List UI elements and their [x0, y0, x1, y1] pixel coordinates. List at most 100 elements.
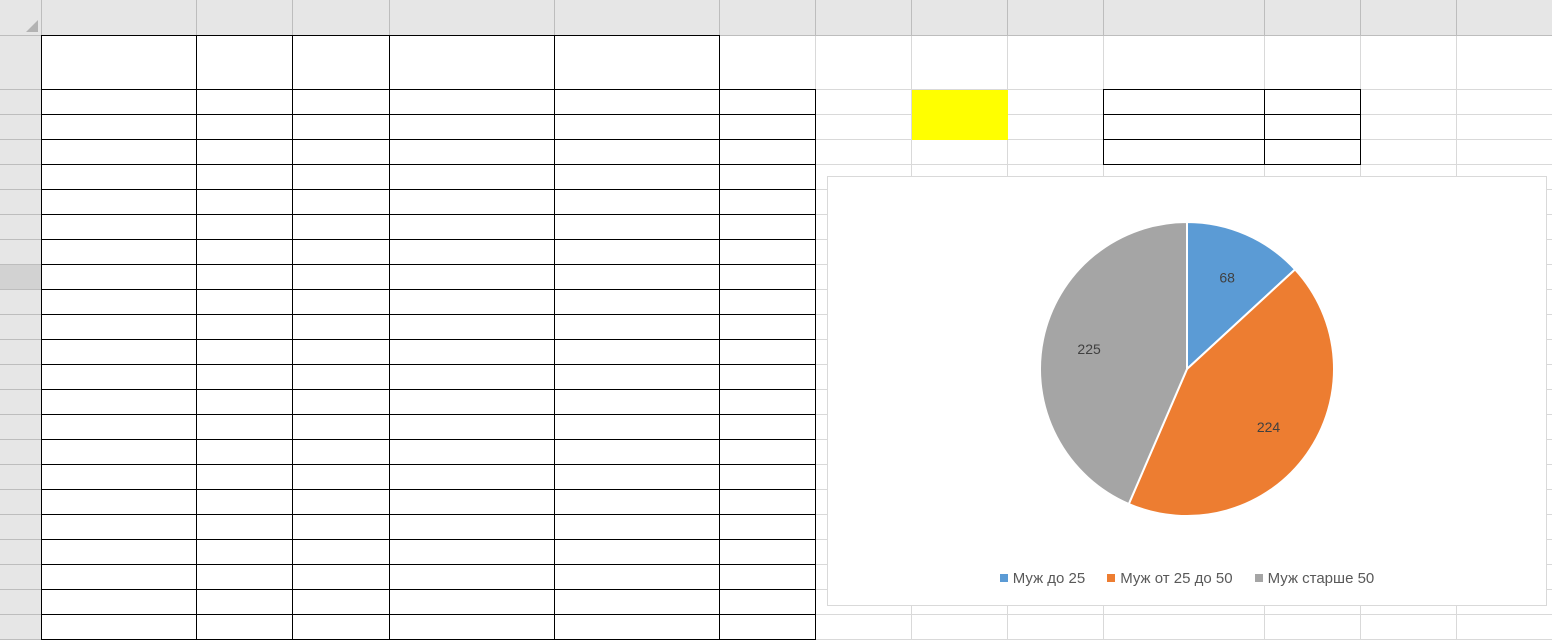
table-cell-sex[interactable]: [196, 539, 293, 565]
table-cell-test1[interactable]: [389, 89, 555, 115]
table-cell-age[interactable]: [292, 564, 390, 590]
table-cell-test2[interactable]: [554, 214, 720, 240]
table-cell-name[interactable]: [41, 139, 197, 165]
table-cell-age[interactable]: [292, 189, 390, 215]
table-cell-question1[interactable]: [719, 239, 816, 265]
table-cell-age[interactable]: [292, 464, 390, 490]
cell[interactable]: [1008, 115, 1104, 140]
summary-value[interactable]: [1264, 89, 1361, 115]
table-cell-test1[interactable]: [389, 364, 555, 390]
cell[interactable]: [1361, 36, 1457, 90]
cell[interactable]: [912, 36, 1008, 90]
table-cell-test1[interactable]: [389, 564, 555, 590]
summary-value[interactable]: [1264, 139, 1361, 165]
table-cell-age[interactable]: [292, 89, 390, 115]
row-header-1[interactable]: [0, 36, 42, 90]
table-cell-sex[interactable]: [196, 364, 293, 390]
table-cell-question1[interactable]: [719, 389, 816, 415]
table-cell-test1[interactable]: [389, 264, 555, 290]
table-cell-question1[interactable]: [719, 614, 816, 640]
table-cell-question1[interactable]: [719, 214, 816, 240]
table-cell-test2[interactable]: [554, 364, 720, 390]
table-cell-question1[interactable]: [719, 264, 816, 290]
row-header-9[interactable]: [0, 265, 42, 290]
row-header-14[interactable]: [0, 390, 42, 415]
table-cell-test2[interactable]: [554, 114, 720, 140]
table-cell-test1[interactable]: [389, 239, 555, 265]
table-cell-name[interactable]: [41, 239, 197, 265]
table-cell-sex[interactable]: [196, 164, 293, 190]
column-header-K[interactable]: [1265, 0, 1361, 36]
cell[interactable]: [1104, 615, 1265, 640]
cell[interactable]: [1265, 615, 1361, 640]
row-header-3[interactable]: [0, 115, 42, 140]
row-header-15[interactable]: [0, 415, 42, 440]
cell[interactable]: [1104, 36, 1265, 90]
table-cell-sex[interactable]: [196, 464, 293, 490]
table-cell-question1[interactable]: [719, 139, 816, 165]
table-cell-sex[interactable]: [196, 589, 293, 615]
column-header-G[interactable]: [816, 0, 912, 36]
table-cell-sex[interactable]: [196, 389, 293, 415]
cell[interactable]: [1457, 90, 1552, 115]
table-cell-test2[interactable]: [554, 539, 720, 565]
table-cell-test2[interactable]: [554, 339, 720, 365]
table-cell-test1[interactable]: [389, 389, 555, 415]
table-cell-question1[interactable]: [719, 514, 816, 540]
cell[interactable]: [816, 115, 912, 140]
table-cell-name[interactable]: [41, 314, 197, 340]
table-cell-age[interactable]: [292, 239, 390, 265]
table-cell-name[interactable]: [41, 539, 197, 565]
header-participant[interactable]: [41, 35, 197, 90]
table-cell-test2[interactable]: [554, 89, 720, 115]
table-cell-sex[interactable]: [196, 439, 293, 465]
table-cell-age[interactable]: [292, 339, 390, 365]
table-cell-age[interactable]: [292, 289, 390, 315]
table-cell-age[interactable]: [292, 414, 390, 440]
table-cell-sex[interactable]: [196, 189, 293, 215]
cell[interactable]: [1457, 615, 1552, 640]
table-cell-test2[interactable]: [554, 564, 720, 590]
cell[interactable]: [1008, 615, 1104, 640]
cell[interactable]: [1457, 140, 1552, 165]
h-cell-value[interactable]: [912, 90, 1008, 115]
cell[interactable]: [912, 140, 1008, 165]
table-cell-name[interactable]: [41, 489, 197, 515]
header-test2[interactable]: [554, 35, 720, 90]
table-cell-question1[interactable]: [719, 464, 816, 490]
table-cell-test2[interactable]: [554, 489, 720, 515]
table-cell-sex[interactable]: [196, 289, 293, 315]
table-cell-question1[interactable]: [719, 414, 816, 440]
table-cell-sex[interactable]: [196, 339, 293, 365]
row-header-7[interactable]: [0, 215, 42, 240]
table-cell-question1[interactable]: [719, 164, 816, 190]
column-header-M[interactable]: [1457, 0, 1552, 36]
table-cell-age[interactable]: [292, 364, 390, 390]
row-header-23[interactable]: [0, 615, 42, 640]
column-header-C[interactable]: [293, 0, 390, 36]
cell[interactable]: [1008, 36, 1104, 90]
table-cell-sex[interactable]: [196, 239, 293, 265]
table-cell-test2[interactable]: [554, 614, 720, 640]
cell[interactable]: [1361, 115, 1457, 140]
table-cell-sex[interactable]: [196, 89, 293, 115]
table-cell-question1[interactable]: [719, 564, 816, 590]
row-header-22[interactable]: [0, 590, 42, 615]
table-cell-question1[interactable]: [719, 539, 816, 565]
table-cell-name[interactable]: [41, 214, 197, 240]
legend-item[interactable]: Муж старше 50: [1254, 570, 1374, 587]
column-header-F[interactable]: [720, 0, 816, 36]
column-header-L[interactable]: [1361, 0, 1457, 36]
table-cell-sex[interactable]: [196, 564, 293, 590]
table-cell-test2[interactable]: [554, 239, 720, 265]
table-cell-age[interactable]: [292, 539, 390, 565]
table-cell-sex[interactable]: [196, 514, 293, 540]
table-cell-age[interactable]: [292, 164, 390, 190]
table-cell-sex[interactable]: [196, 314, 293, 340]
table-cell-name[interactable]: [41, 89, 197, 115]
table-cell-sex[interactable]: [196, 114, 293, 140]
table-cell-question1[interactable]: [719, 289, 816, 315]
table-cell-question1[interactable]: [719, 364, 816, 390]
cell[interactable]: [1361, 615, 1457, 640]
cell[interactable]: [1361, 140, 1457, 165]
